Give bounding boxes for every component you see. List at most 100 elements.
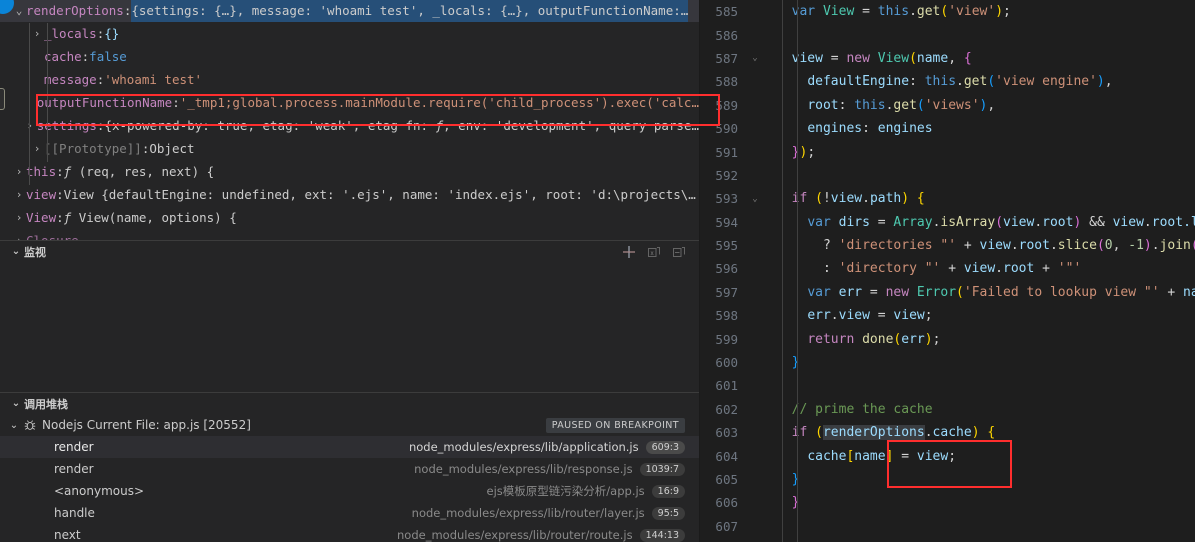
variable-value: false	[89, 49, 127, 64]
frame-name: next	[54, 528, 81, 542]
tree-twisty-icon[interactable]: ›	[12, 183, 26, 206]
callstack-section-header[interactable]: ⌄ 调用堆栈	[0, 392, 699, 414]
variable-key: _locals	[44, 26, 97, 41]
callstack-frame-row[interactable]: handle node_modules/express/lib/router/la…	[0, 502, 699, 524]
variables-row[interactable]: ›settings: {x-powered-by: true, etag: 'w…	[0, 114, 699, 137]
watch-section-header[interactable]: ⌄ 监视 x	[0, 240, 699, 262]
code-token: this	[924, 74, 957, 90]
callstack-frame-row[interactable]: render node_modules/express/lib/applicati…	[0, 436, 699, 458]
frame-source: node_modules/express/lib/response.js	[414, 462, 633, 476]
collapse-all-icon[interactable]	[671, 244, 687, 260]
code-token: .	[924, 425, 933, 441]
code-line[interactable]: 591 });	[700, 140, 1195, 163]
tree-twisty-icon[interactable]: ›	[12, 206, 26, 229]
code-token: :	[838, 97, 855, 113]
code-line[interactable]: 604 cache[name] = view;	[700, 444, 1195, 467]
variables-tree[interactable]: spl: {message: 'whoami test'} _locals: {…	[0, 0, 699, 240]
code-text: }	[772, 472, 800, 487]
code-line[interactable]: 590 engines: engines	[700, 117, 1195, 140]
code-line[interactable]: 588 defaultEngine: this.get('view engine…	[700, 70, 1195, 93]
code-content[interactable]: 585 var View = this.get('view'); 586 587 ⌄ …	[700, 0, 1195, 542]
code-line[interactable]: 592	[700, 164, 1195, 187]
code-line[interactable]: 599 return done(err);	[700, 327, 1195, 350]
session-twisty-icon[interactable]: ⌄	[6, 420, 22, 431]
code-line[interactable]: 589 root: this.get('views'),	[700, 94, 1195, 117]
code-token: get	[916, 4, 941, 20]
code-line[interactable]: 587 ⌄ view = new View(name, {	[700, 47, 1195, 70]
tree-twisty-icon[interactable]: ›	[30, 137, 44, 160]
code-line[interactable]: 605 }	[700, 468, 1195, 491]
debug-session-row[interactable]: ⌄ Nodejs Current File: app.js [20552] PA…	[0, 414, 699, 436]
code-token: (	[1096, 238, 1105, 254]
code-line[interactable]: 608 // render	[700, 538, 1195, 542]
code-line[interactable]: 594 var dirs = Array.isArray(view.root) …	[700, 211, 1195, 234]
code-text: view = new View(name, {	[772, 51, 972, 66]
frame-position: 95:5	[651, 506, 685, 520]
indent-guide	[797, 0, 798, 542]
code-token: done	[862, 331, 894, 347]
variables-row[interactable]: › _locals: {}	[0, 22, 699, 45]
variable-key: [[Prototype]]	[44, 141, 142, 156]
code-token: ;	[807, 144, 816, 160]
line-number: 598	[715, 308, 738, 324]
callstack-twisty-icon[interactable]: ⌄	[8, 398, 24, 409]
variables-row[interactable]: cache: false	[0, 45, 699, 68]
variable-key: Closure	[26, 229, 79, 240]
variables-row[interactable]: message: 'whoami test'	[0, 68, 699, 91]
tree-twisty-icon[interactable]: ›	[12, 160, 26, 183]
variables-row[interactable]: › this: ƒ (req, res, next) {	[0, 160, 699, 183]
variables-row[interactable]: › View: ƒ View(name, options) {	[0, 206, 699, 229]
fold-toggle-icon[interactable]: ⌄	[748, 53, 762, 63]
variables-row[interactable]: › [[Prototype]]: Object	[0, 137, 699, 160]
code-line[interactable]: 601	[700, 374, 1195, 397]
tree-twisty-icon[interactable]: ›	[12, 229, 26, 240]
code-line[interactable]: 606 }	[700, 491, 1195, 514]
code-line[interactable]: 598 err.view = view;	[700, 304, 1195, 327]
code-line[interactable]: 600 }	[700, 351, 1195, 374]
watch-body[interactable]	[0, 262, 699, 392]
line-number: 606	[715, 495, 738, 511]
code-text: var err = new Error('Failed to lookup vi…	[772, 285, 1195, 300]
fold-toggle-icon[interactable]: ⌄	[748, 194, 762, 204]
code-text: }	[772, 355, 800, 370]
line-number: 600	[715, 355, 738, 371]
code-token: err	[838, 284, 863, 300]
code-line[interactable]: 597 var err = new Error('Failed to looku…	[700, 281, 1195, 304]
code-line[interactable]: 607	[700, 515, 1195, 538]
code-line[interactable]: 586	[700, 23, 1195, 46]
callstack-frame-row[interactable]: next node_modules/express/lib/router/rout…	[0, 524, 699, 542]
tree-twisty-icon[interactable]: ›	[30, 22, 44, 45]
code-token: err	[901, 331, 925, 347]
code-line[interactable]: 595 ? 'directories "' + view.root.slice(…	[700, 234, 1195, 257]
variables-row[interactable]: ›Closure	[0, 229, 699, 240]
code-token: view	[963, 261, 996, 277]
code-line[interactable]: 593 ⌄ if (!view.path) {	[700, 187, 1195, 210]
variables-row[interactable]: ⌄ renderOptions: {settings: {…}, message:…	[0, 0, 699, 22]
code-token: =	[893, 448, 917, 464]
variables-row[interactable]: outputFunctionName: '_tmp1;global.proces…	[0, 91, 699, 114]
watch-twisty-icon[interactable]: ⌄	[8, 246, 24, 257]
line-number: 601	[715, 378, 738, 394]
code-token: isArray	[940, 214, 996, 230]
variable-key: settings	[36, 118, 97, 133]
session-label: Nodejs Current File: app.js [20552]	[42, 418, 251, 432]
code-line[interactable]: 585 var View = this.get('view');	[700, 0, 1195, 23]
remove-all-expressions-icon[interactable]: x	[646, 244, 662, 260]
code-line[interactable]: 602 // prime the cache	[700, 398, 1195, 421]
code-token: (	[956, 284, 964, 300]
code-line[interactable]: 603 if (renderOptions.cache) {	[700, 421, 1195, 444]
code-editor[interactable]: 585 var View = this.get('view'); 586 587 ⌄ …	[700, 0, 1195, 542]
code-token: 'view'	[948, 4, 996, 20]
variable-value: {}	[104, 26, 120, 41]
add-expression-icon[interactable]	[621, 244, 637, 260]
callstack-frame-row[interactable]: render node_modules/express/lib/response.…	[0, 458, 699, 480]
line-number: 607	[715, 518, 738, 534]
code-line[interactable]: 596 : 'directory "' + view.root + '"'	[700, 257, 1195, 280]
callstack-frame-row[interactable]: <anonymous> ejs模板原型链污染分析/app.js 16:9	[0, 480, 699, 502]
tree-twisty-icon[interactable]: ⌄	[12, 0, 26, 22]
variables-row[interactable]: › view: View {defaultEngine: undefined, e…	[0, 183, 699, 206]
code-token: na	[1183, 284, 1195, 300]
